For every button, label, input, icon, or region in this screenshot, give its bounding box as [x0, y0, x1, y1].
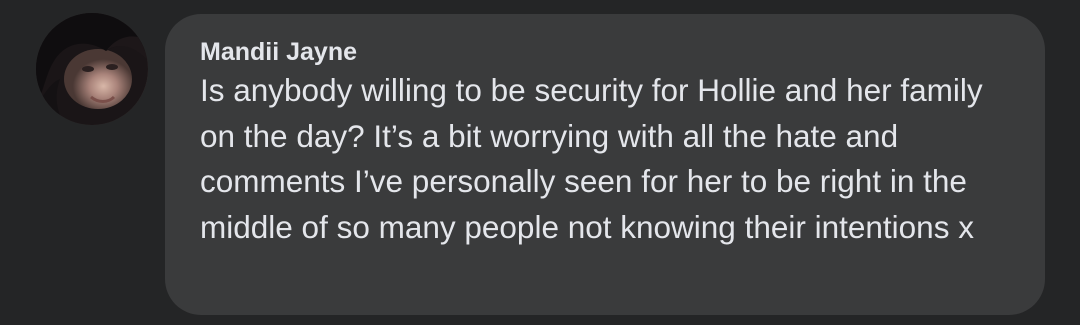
comment-thread: Mandii Jayne Is anybody willing to be se…	[0, 0, 1080, 325]
avatar[interactable]	[36, 13, 148, 125]
comment-author[interactable]: Mandii Jayne	[200, 37, 1025, 67]
comment-bubble: Mandii Jayne Is anybody willing to be se…	[165, 14, 1045, 315]
comment-text: Is anybody willing to be security for Ho…	[200, 72, 983, 245]
avatar-image	[36, 13, 148, 125]
